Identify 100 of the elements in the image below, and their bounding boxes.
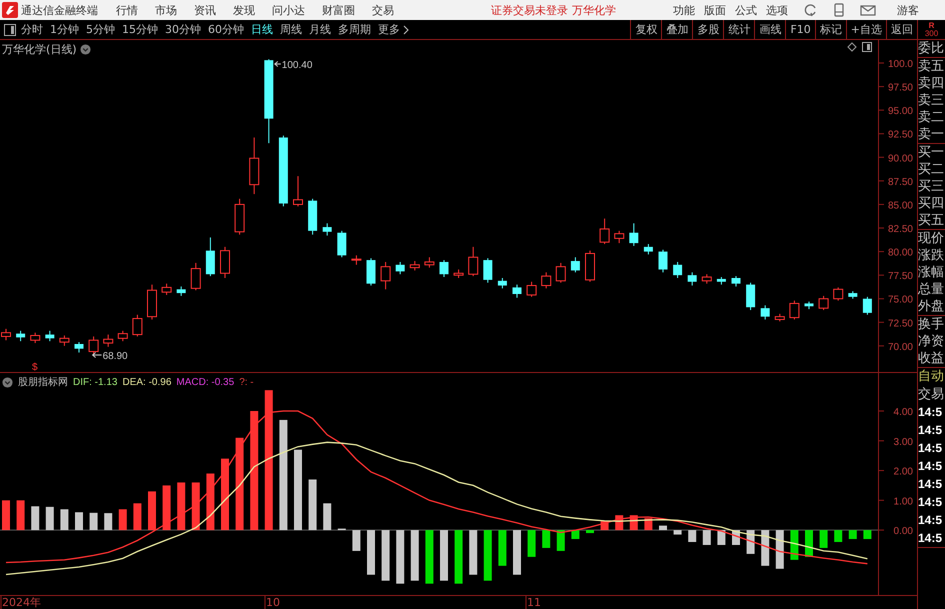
candlestick — [88, 336, 99, 357]
bar — [250, 411, 258, 530]
indicator-name[interactable]: 股朋指标网 — [18, 375, 68, 389]
bar — [528, 530, 536, 557]
panel-toggle-icon[interactable] — [862, 42, 872, 52]
stock-name: 万华化学 — [572, 2, 616, 18]
dropdown-icon[interactable] — [80, 44, 91, 55]
candlestick — [147, 284, 157, 320]
bar — [586, 530, 594, 534]
quote-field-label: 买五 — [918, 212, 945, 229]
period-tab[interactable]: 分时 — [21, 22, 43, 37]
candlestick — [818, 295, 829, 311]
indicator-axis-label: 2.00 — [894, 466, 913, 478]
candlestick — [614, 230, 624, 244]
trade-time: 14:5 — [918, 458, 944, 475]
menu-item[interactable]: 市场 — [155, 2, 177, 18]
bar — [761, 530, 770, 566]
period-tab[interactable]: 周线 — [280, 22, 302, 37]
login-notice[interactable]: 证券交易未登录 — [491, 2, 568, 18]
trade-time: 14:5 — [918, 494, 944, 511]
date-axis-label: 2024年 — [2, 596, 41, 609]
bar — [425, 530, 434, 584]
indicator-axis-label: 1.00 — [894, 496, 913, 508]
candlestick — [118, 330, 128, 342]
bar — [644, 518, 652, 530]
dropdown-icon[interactable] — [2, 376, 13, 388]
period-tab[interactable]: 日线 — [251, 22, 273, 37]
phone-icon[interactable] — [832, 3, 846, 17]
mail-icon[interactable] — [860, 3, 876, 17]
top-menu-item[interactable]: 功能 — [673, 2, 695, 18]
candlestick — [103, 334, 114, 348]
bar — [221, 458, 229, 530]
candlestick — [234, 198, 245, 236]
refresh-rate-badge[interactable]: R 300 — [918, 20, 945, 40]
quote-field-label: 涨跌 — [918, 247, 945, 264]
period-tab[interactable]: 多周期 — [338, 22, 371, 37]
bar — [702, 530, 711, 545]
period-tab[interactable]: 月线 — [309, 22, 331, 37]
price-axis-label: 92.50 — [888, 130, 913, 141]
candlestick — [760, 304, 770, 320]
chart-title: 万华化学(日线) — [2, 42, 77, 57]
arrow-icon — [92, 352, 102, 358]
candlestick — [570, 256, 580, 273]
menu-item[interactable]: 发现 — [233, 2, 255, 18]
period-tab[interactable]: 30分钟 — [165, 22, 201, 37]
period-tab[interactable]: 5分钟 — [86, 22, 115, 37]
candlestick — [308, 198, 318, 236]
candlestick — [74, 342, 84, 353]
candlestick — [30, 332, 40, 344]
indicator-axis-label: 3.00 — [894, 436, 913, 448]
panel-toggle-icon[interactable] — [4, 24, 16, 36]
bar — [264, 390, 273, 530]
bar — [294, 450, 302, 530]
candlestick — [512, 284, 522, 298]
quote-field-label: 现价 — [918, 230, 945, 247]
candlestick — [585, 250, 595, 282]
price-axis-label: 70.00 — [888, 342, 913, 353]
more-button[interactable]: 更多 — [378, 22, 400, 37]
bar — [118, 509, 127, 530]
price-axis-label: 87.50 — [888, 176, 913, 188]
refresh-icon[interactable] — [804, 3, 818, 17]
top-menu-item[interactable]: 版面 — [704, 2, 726, 18]
menu-item[interactable]: 交易 — [372, 2, 394, 18]
candlestick — [59, 335, 70, 346]
menu-item[interactable]: 财富圈 — [322, 2, 355, 18]
bar — [31, 506, 40, 530]
quote-field-label: 买二 — [918, 161, 945, 178]
candlestick — [526, 281, 537, 298]
menu-item[interactable]: 问小达 — [272, 2, 305, 18]
quote-field-label: 换手 — [918, 316, 945, 333]
badge-number: 300 — [924, 30, 938, 38]
top-menu-item[interactable]: 选项 — [766, 2, 788, 18]
bar — [688, 530, 696, 542]
high-price-label: 100.40 — [282, 60, 312, 71]
quote-field-label: 买四 — [918, 195, 945, 212]
bar — [308, 479, 317, 530]
candlestick — [16, 330, 26, 342]
user-label[interactable]: 游客 — [897, 2, 919, 18]
bar — [820, 530, 828, 548]
menu-item[interactable]: 行情 — [116, 2, 138, 18]
diamond-icon[interactable] — [847, 42, 857, 52]
candlestick — [688, 272, 697, 286]
candlestick — [716, 276, 726, 286]
menu-item[interactable]: 资讯 — [194, 2, 216, 18]
top-menu-item[interactable]: 公式 — [735, 2, 757, 18]
badge-letter: R — [928, 22, 934, 30]
auto-trade-label[interactable]: 自动 — [918, 368, 945, 386]
price-axis-label: 90.00 — [888, 153, 913, 164]
indicator-value: MACD: -0.35 — [176, 376, 234, 388]
candlestick — [833, 286, 844, 302]
bar — [454, 530, 463, 584]
period-tab[interactable]: 15分钟 — [122, 22, 158, 37]
candlestick — [380, 261, 391, 290]
candlestick — [176, 286, 186, 296]
period-tab[interactable]: 1分钟 — [50, 22, 79, 37]
candlestick — [629, 222, 638, 246]
period-tab[interactable]: 60分钟 — [208, 22, 244, 37]
candlestick — [468, 246, 478, 277]
app-logo-icon — [2, 2, 18, 18]
bar — [571, 530, 580, 540]
